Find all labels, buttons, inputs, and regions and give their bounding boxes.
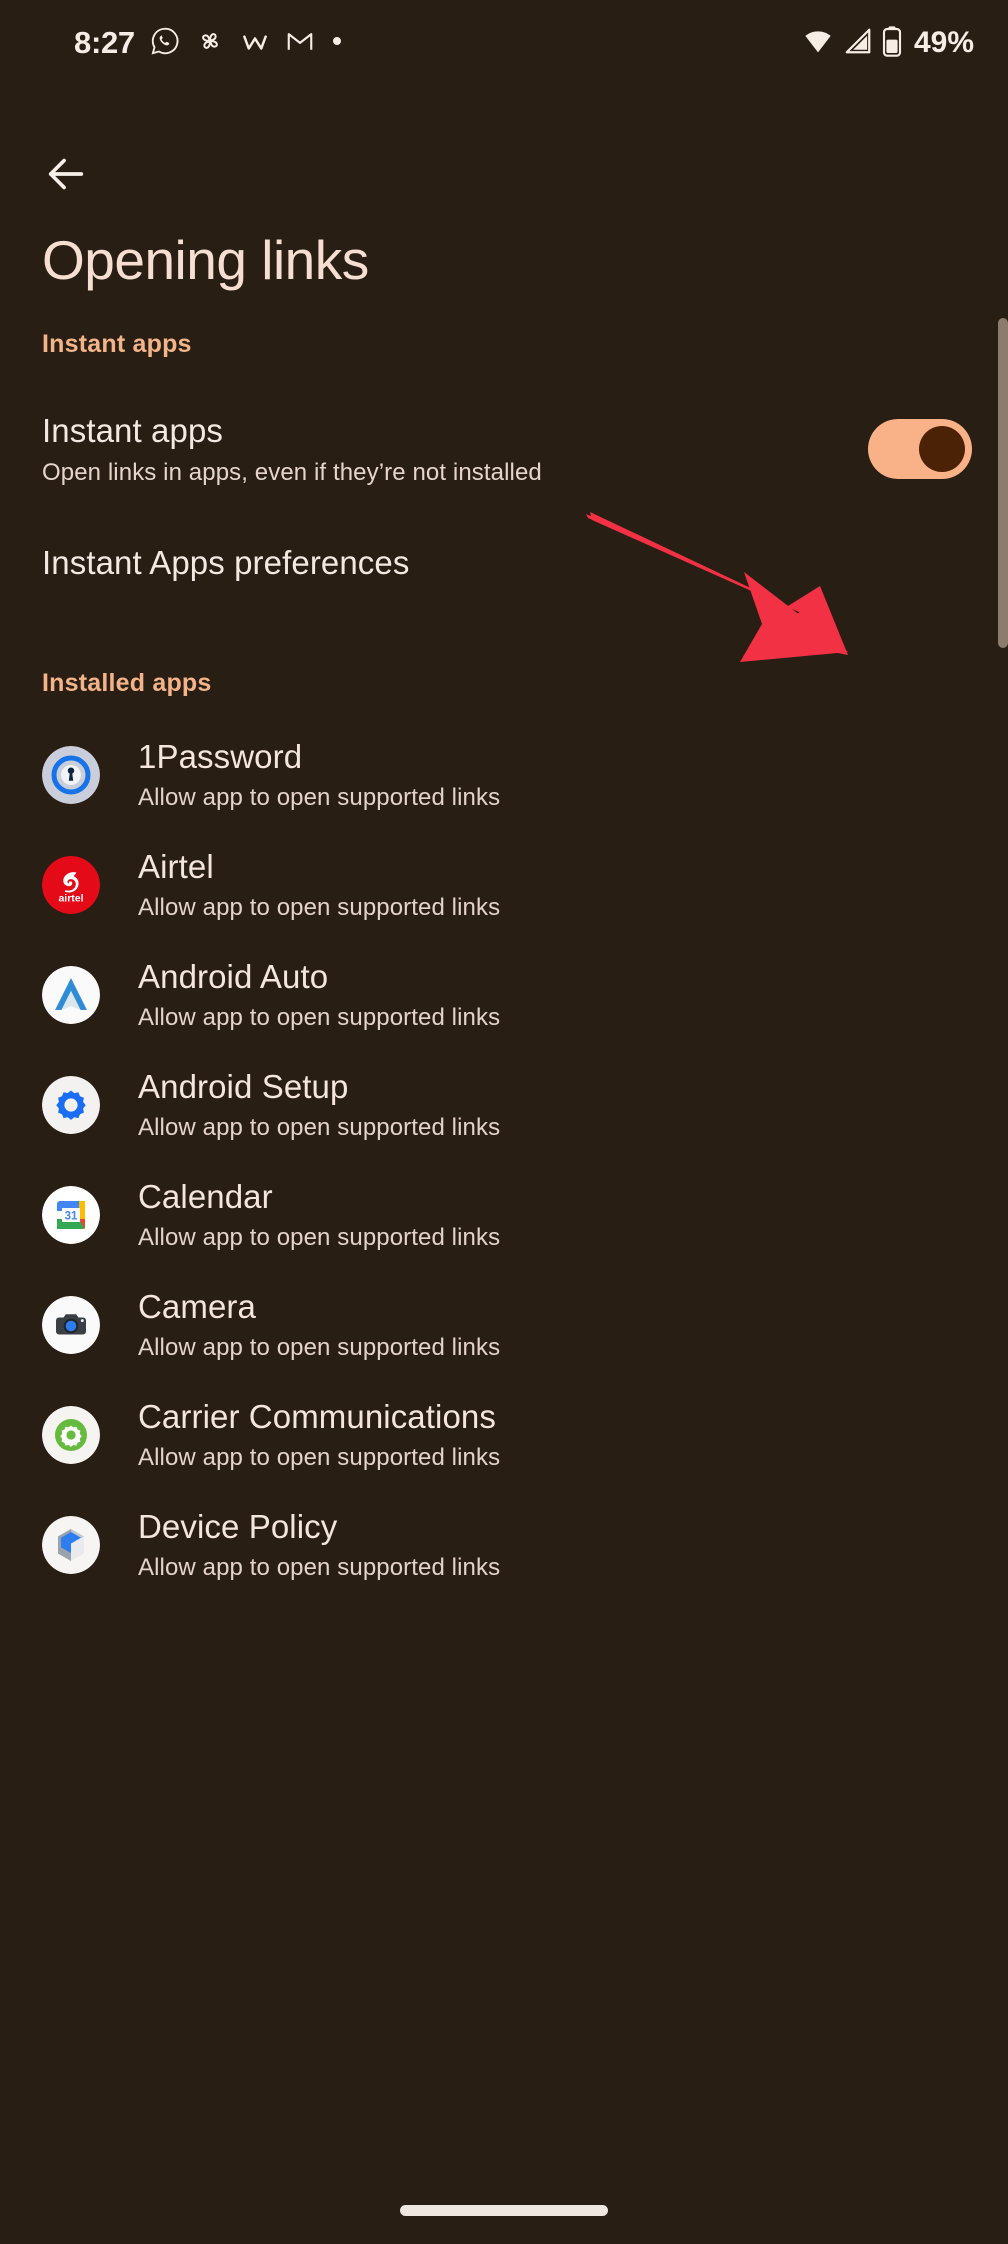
status-bar-right: 49% [802, 25, 974, 62]
instant-apps-preferences-row[interactable]: Instant Apps preferences [0, 509, 1008, 617]
section-header-instant-apps: Instant apps [42, 330, 192, 358]
battery-percent-label: 49% [913, 26, 974, 59]
app-row[interactable]: Camera Allow app to open supported links [0, 1270, 1008, 1380]
settings-scroll-area: Instant apps Instant apps Open links in … [0, 330, 1008, 2244]
pinwheel-icon [195, 26, 225, 61]
instant-apps-row-title: Instant apps [42, 411, 223, 449]
app-row-texts: Camera Allow app to open supported links [138, 1288, 500, 1362]
app-row-texts: Airtel Allow app to open supported links [138, 848, 500, 922]
app-row[interactable]: Device Policy Allow app to open supported… [0, 1490, 1008, 1600]
gmail-icon [285, 26, 315, 61]
app-row-texts: 1Password Allow app to open supported lin… [138, 738, 500, 812]
gesture-nav-pill[interactable] [400, 2205, 608, 2216]
app-subtitle: Allow app to open supported links [138, 784, 501, 811]
device-policy-icon [42, 1516, 100, 1574]
1password-icon [42, 746, 100, 804]
android-setup-icon [42, 1076, 100, 1134]
instant-apps-row-subtitle: Open links in apps, even if they’re not … [42, 458, 542, 486]
app-row-texts: Device Policy Allow app to open supported… [138, 1508, 500, 1582]
android-auto-icon [42, 966, 100, 1024]
page-title: Opening links [42, 229, 369, 291]
app-subtitle: Allow app to open supported links [138, 1334, 501, 1361]
whatsapp-icon [150, 26, 180, 61]
wifi-icon [802, 25, 834, 62]
app-subtitle: Allow app to open supported links [138, 1004, 501, 1031]
app-subtitle: Allow app to open supported links [138, 1444, 501, 1471]
phone-screen: 8:27 49% Opening links Instant apps Inst… [0, 0, 1008, 2244]
installed-apps-list: 1Password Allow app to open supported lin… [0, 720, 1008, 1600]
status-bar-left: 8:27 [74, 25, 344, 61]
carrier-comms-icon [42, 1406, 100, 1464]
instant-apps-preferences-label: Instant Apps preferences [42, 544, 410, 581]
instant-apps-row[interactable]: Instant apps Open links in apps, even if… [0, 389, 1008, 509]
switch-thumb [919, 426, 965, 472]
app-name: Android Setup [138, 1068, 349, 1105]
calendar-icon: 31 [42, 1186, 100, 1244]
camera-icon [42, 1296, 100, 1354]
app-row[interactable]: airtel Airtel Allow app to open supported … [0, 830, 1008, 940]
app-subtitle: Allow app to open supported links [138, 1224, 501, 1251]
app-row-texts: Android Setup Allow app to open supported… [138, 1068, 500, 1142]
app-name: Airtel [138, 848, 214, 885]
app-name: Device Policy [138, 1508, 338, 1545]
app-row[interactable]: Android Setup Allow app to open supported… [0, 1050, 1008, 1160]
svg-text:31: 31 [65, 1211, 78, 1223]
status-bar: 8:27 49% [0, 0, 1008, 86]
app-row[interactable]: Carrier Communications Allow app to open … [0, 1380, 1008, 1490]
app-row-texts: Carrier Communications Allow app to open … [138, 1398, 500, 1472]
dot-icon [330, 34, 344, 53]
app-name: Carrier Communications [138, 1398, 496, 1435]
app-name: Camera [138, 1288, 256, 1325]
app-row-texts: Calendar Allow app to open supported link… [138, 1178, 500, 1252]
monzo-m-icon [240, 26, 270, 61]
app-subtitle: Allow app to open supported links [138, 1554, 501, 1581]
cell-signal-icon [843, 26, 873, 61]
svg-text:airtel: airtel [58, 893, 83, 905]
app-name: 1Password [138, 738, 303, 775]
airtel-icon: airtel [42, 856, 100, 914]
app-row[interactable]: 31 Calendar Allow app to open supported li… [0, 1160, 1008, 1270]
back-button[interactable] [30, 140, 102, 212]
instant-apps-switch[interactable] [868, 419, 972, 479]
app-row[interactable]: Android Auto Allow app to open supported … [0, 940, 1008, 1050]
app-name: Calendar [138, 1178, 273, 1215]
app-row-texts: Android Auto Allow app to open supported … [138, 958, 500, 1032]
app-subtitle: Allow app to open supported links [138, 1114, 501, 1141]
battery-icon [882, 25, 902, 62]
app-row[interactable]: 1Password Allow app to open supported lin… [0, 720, 1008, 830]
arrow-left-icon [43, 151, 89, 202]
app-name: Android Auto [138, 958, 329, 995]
section-header-installed-apps: Installed apps [42, 669, 212, 697]
status-bar-clock: 8:27 [74, 25, 135, 60]
instant-apps-row-texts: Instant apps Open links in apps, even if… [42, 412, 868, 487]
app-subtitle: Allow app to open supported links [138, 894, 501, 921]
